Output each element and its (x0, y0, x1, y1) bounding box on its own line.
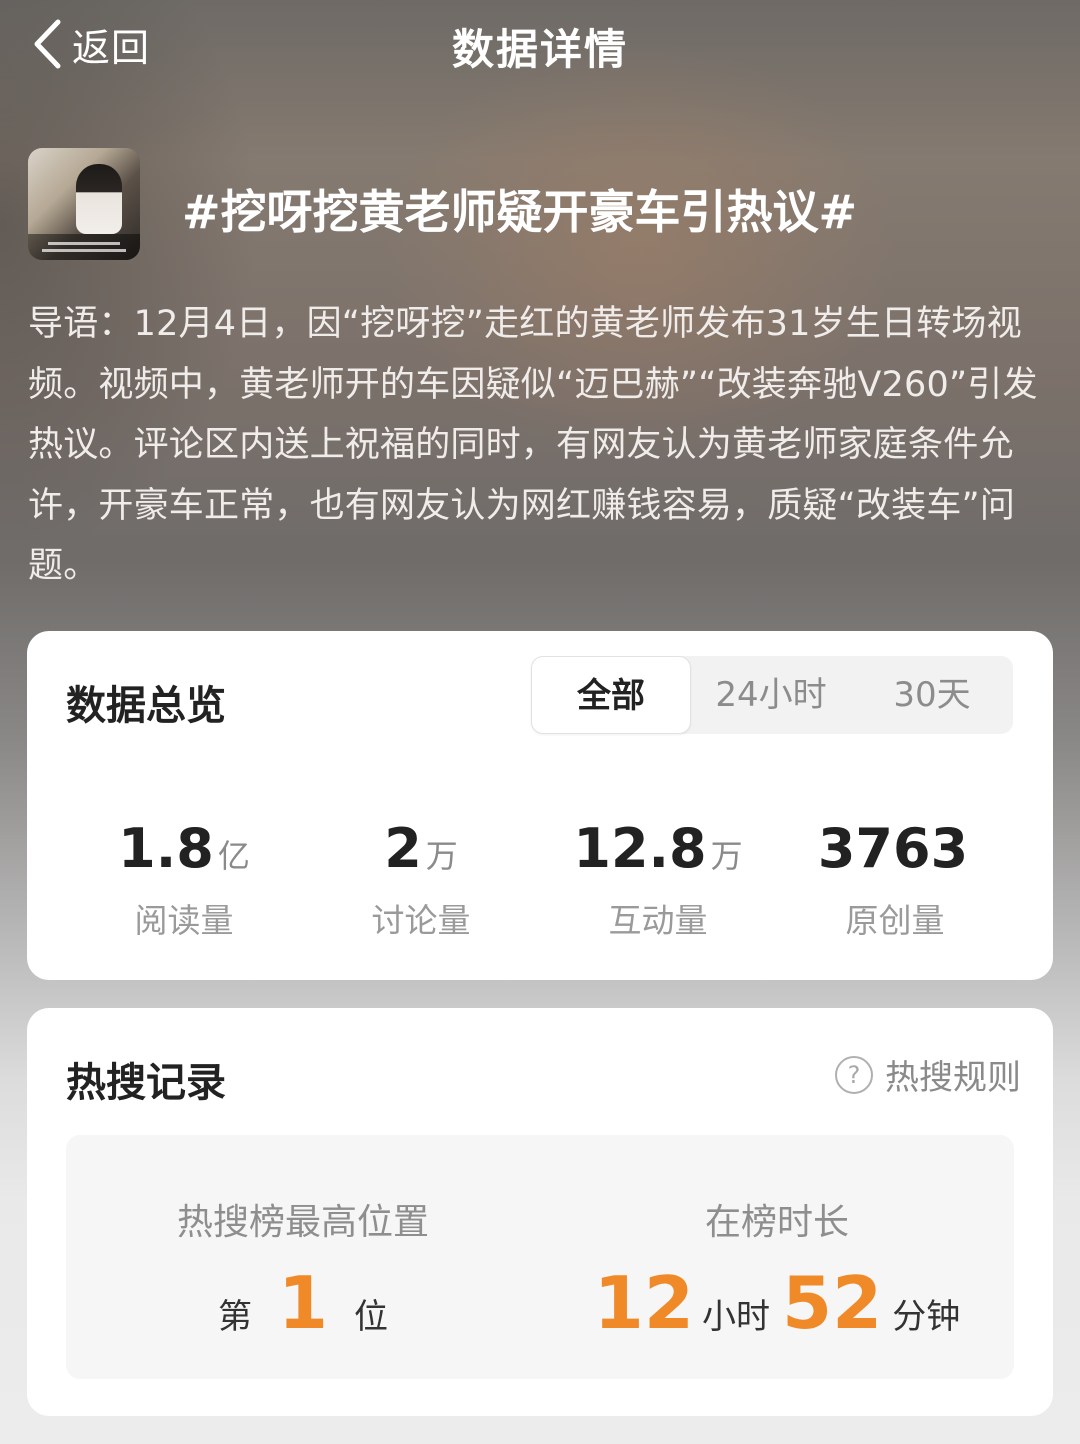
stat-value: 1.8 亿 (118, 817, 250, 880)
hot-search-card: 热搜记录 ? 热搜规则 热搜榜最高位置 第 1 位 在榜时长 12 小时 52 … (27, 1008, 1053, 1416)
stat-label: 讨论量 (371, 901, 471, 940)
tab-all[interactable]: 全部 (531, 656, 691, 734)
stat-discussions: 2万 讨论量 (301, 819, 541, 942)
topic-title: #挖呀挖黄老师疑开豪车引热议# (182, 185, 858, 239)
highest-position-value: 第 1 位 (217, 1261, 389, 1345)
tab-24h[interactable]: 24小时 (691, 656, 851, 734)
stat-value: 2万 (384, 817, 458, 880)
stat-value: 12.8 万 (573, 817, 743, 880)
tab-30d[interactable]: 30天 (851, 656, 1013, 734)
highest-position: 热搜榜最高位置 第 1 位 (66, 1135, 540, 1379)
thumbnail-caption (28, 234, 140, 260)
stat-reads: 1.8 亿 阅读量 (64, 819, 304, 942)
topic-thumbnail[interactable] (28, 148, 140, 260)
stat-value: 3763 (817, 817, 969, 880)
topic-intro: 导语：12月4日，因“挖呀挖”走红的黄老师发布31岁生日转场视频。视频中，黄老师… (28, 304, 1038, 586)
thumbnail-person (76, 164, 122, 234)
stat-label: 原创量 (845, 901, 945, 940)
question-circle-icon: ? (835, 1055, 873, 1094)
on-list-duration: 在榜时长 12 小时 52 分钟 (540, 1135, 1014, 1379)
overview-card: 数据总览 全部 24小时 30天 1.8 亿 阅读量 2万 讨论量 12.8 万 互… (27, 631, 1053, 980)
hot-search-title: 热搜记录 (66, 1060, 226, 1106)
hot-search-stats-box: 热搜榜最高位置 第 1 位 在榜时长 12 小时 52 分钟 (66, 1135, 1014, 1379)
on-list-duration-label: 在榜时长 (704, 1202, 849, 1243)
page-title: 数据详情 (451, 25, 628, 74)
highest-position-label: 热搜榜最高位置 (176, 1202, 429, 1243)
stat-originals: 3763 原创量 (775, 819, 1015, 942)
nav-bar: 返回 数据详情 (0, 0, 1080, 96)
hot-search-rules-link[interactable]: ? 热搜规则 (835, 1050, 1021, 1099)
stat-label: 阅读量 (134, 901, 234, 940)
rules-label: 热搜规则 (885, 1058, 1021, 1098)
time-range-segmented-control: 全部 24小时 30天 (531, 656, 1013, 734)
stat-label: 互动量 (608, 901, 708, 940)
on-list-duration-value: 12 小时 52 分钟 (593, 1261, 961, 1345)
stat-interactions: 12.8 万 互动量 (538, 819, 778, 942)
overview-title: 数据总览 (66, 683, 226, 729)
